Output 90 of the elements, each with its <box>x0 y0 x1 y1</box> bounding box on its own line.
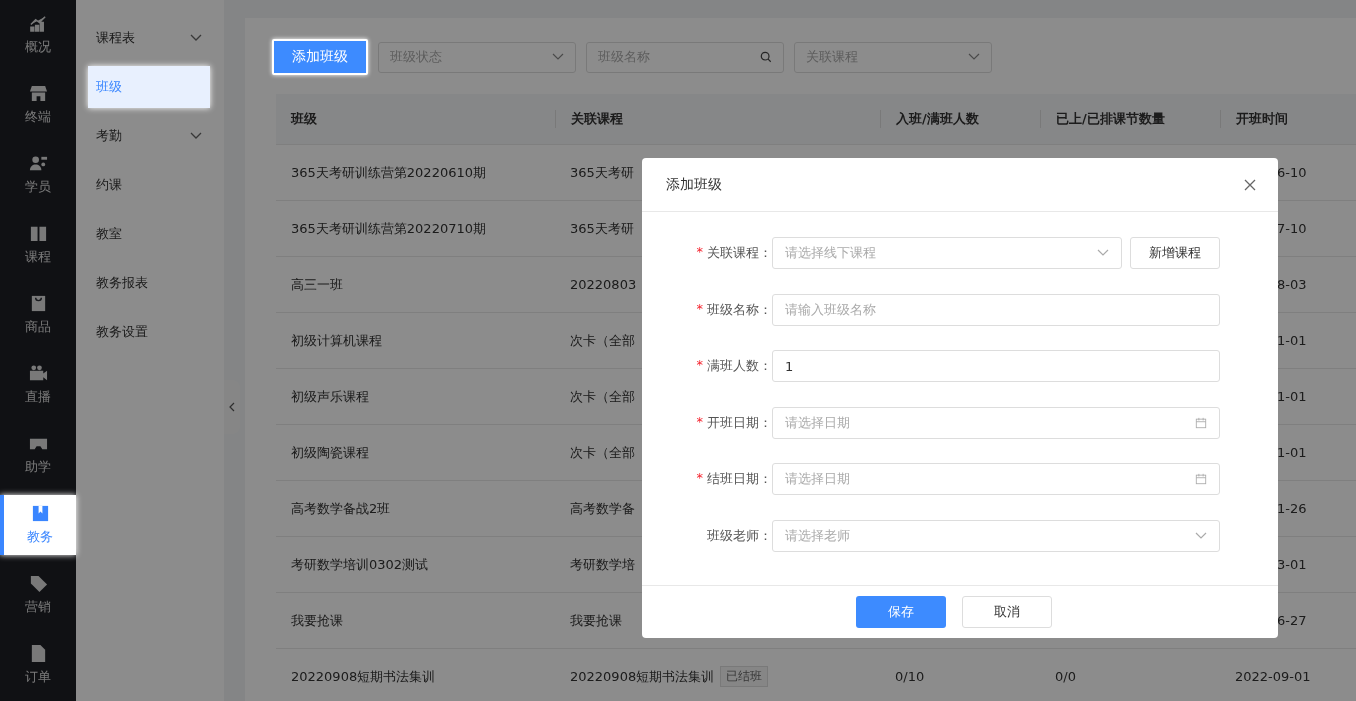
date-field[interactable]: 请选择日期 <box>772 463 1220 496</box>
required-mark: * <box>696 244 703 261</box>
table-cell: 初级声乐课程 <box>291 387 369 406</box>
close-icon[interactable] <box>1244 178 1256 191</box>
cancel-button[interactable]: 取消 <box>962 596 1052 628</box>
table-cell: 365天考研 <box>570 163 634 182</box>
date-field[interactable]: 请选择日期 <box>772 406 1220 439</box>
submenu-item[interactable]: 班级 <box>88 66 210 108</box>
input-field[interactable]: 请输入班级名称 <box>772 293 1220 326</box>
calendar-icon <box>1195 416 1207 429</box>
search-icon <box>760 51 772 63</box>
video-camera-icon <box>28 364 48 383</box>
nav-item[interactable]: 营销 <box>0 560 76 630</box>
field-label: 班级老师： <box>707 526 772 545</box>
dialog-title: 添加班级 <box>666 175 722 194</box>
table-cell: 1-26 <box>1277 501 1307 516</box>
table-cell: 我要抢课 <box>291 611 343 630</box>
chart-icon <box>28 14 48 33</box>
table-cell: 0/10 <box>895 669 925 684</box>
select-field[interactable]: 请选择老师 <box>772 519 1220 552</box>
save-button[interactable]: 保存 <box>856 596 946 628</box>
table-cell: 1-01 <box>1277 445 1307 460</box>
column-header: 开班时间 <box>1220 110 1356 128</box>
book-icon <box>28 224 48 243</box>
submenu-item[interactable]: 教务报表 <box>88 262 210 304</box>
submenu-item[interactable]: 教务设置 <box>88 311 210 353</box>
status-tag: 已结班 <box>720 666 769 687</box>
table-cell: 6-27 <box>1277 613 1307 628</box>
table-cell: 次卡（全部 <box>570 387 635 406</box>
table-cell: 20220803 <box>570 277 637 292</box>
nav-item[interactable]: 助学 <box>0 420 76 490</box>
submenu-item[interactable]: 考勤 <box>88 115 210 157</box>
add-course-button[interactable]: 新增课程 <box>1130 237 1220 269</box>
table-cell: 365天考研训练营第20220610期 <box>291 163 486 182</box>
table-cell: 20220908短期书法集训 <box>570 667 715 686</box>
table-cell: 1-01 <box>1277 333 1307 348</box>
nav-item[interactable]: 订单 <box>0 630 76 700</box>
nav-item[interactable]: 概况 <box>0 0 76 70</box>
nav-item[interactable]: 商品 <box>0 280 76 350</box>
submenu-item[interactable]: 教室 <box>88 213 210 255</box>
column-header: 入班/满班人数 <box>880 110 1040 128</box>
table-cell: 3-01 <box>1277 557 1307 572</box>
store-icon <box>28 84 48 103</box>
calendar-icon <box>1195 473 1207 486</box>
nav-item[interactable]: 课程 <box>0 210 76 280</box>
field-label: 开班日期： <box>707 413 772 432</box>
table-cell: 2022-09-01 <box>1235 669 1311 684</box>
required-mark: * <box>696 470 703 488</box>
column-header: 班级 <box>289 110 318 128</box>
table-cell: 365天考研 <box>570 219 634 238</box>
table-cell: 次卡（全部 <box>570 331 635 350</box>
field-label: 结班日期： <box>707 470 772 489</box>
add-class-button[interactable]: 添加班级 <box>272 39 368 75</box>
submenu-item[interactable]: 约课 <box>88 164 210 206</box>
table-cell: 考研数学培训0302测试 <box>291 555 429 574</box>
nav-item[interactable]: 教务 <box>0 495 76 555</box>
table-cell: 考研数学培 <box>570 555 635 574</box>
column-header: 已上/已排课节数量 <box>1040 110 1220 128</box>
field-label: 满班人数： <box>707 357 772 376</box>
table-cell: 1-01 <box>1277 389 1307 404</box>
table-cell: 0/0 <box>1055 669 1076 684</box>
field-label: 关联课程： <box>707 244 772 262</box>
chevron-down-icon <box>190 132 202 140</box>
tag-icon <box>28 574 48 593</box>
table-cell: 初级计算机课程 <box>291 331 382 350</box>
field-label: 班级名称： <box>707 300 772 319</box>
nav-item[interactable]: 终端 <box>0 70 76 140</box>
table-cell: 高考数学备战2班 <box>291 499 391 518</box>
table-cell: 7-10 <box>1277 221 1307 236</box>
required-mark: * <box>696 300 703 318</box>
nav-item[interactable]: 学员 <box>0 140 76 210</box>
table-cell: 365天考研训练营第20220710期 <box>291 219 486 238</box>
people-icon <box>28 154 48 173</box>
submenu-item[interactable]: 课程表 <box>88 17 210 59</box>
table-cell: 6-10 <box>1277 165 1307 180</box>
input-field[interactable]: 1 <box>772 350 1220 383</box>
required-mark: * <box>696 413 703 431</box>
table-cell: 次卡（全部 <box>570 443 635 462</box>
column-header: 关联课程 <box>555 110 880 128</box>
table-cell: 初级陶瓷课程 <box>291 443 369 462</box>
select-field[interactable]: 请选择线下课程 <box>772 237 1122 269</box>
table-cell: 我要抢课 <box>570 611 622 630</box>
nav-item[interactable]: 直播 <box>0 350 76 420</box>
table-cell: 20220908短期书法集训 <box>291 667 436 686</box>
bookmark-icon <box>30 504 50 523</box>
table-cell: 高三一班 <box>291 275 343 294</box>
table-cell: 高考数学备 <box>570 499 635 518</box>
required-mark: * <box>696 357 703 375</box>
table-cell: 8-03 <box>1277 277 1307 292</box>
chevron-down-icon <box>190 34 202 42</box>
